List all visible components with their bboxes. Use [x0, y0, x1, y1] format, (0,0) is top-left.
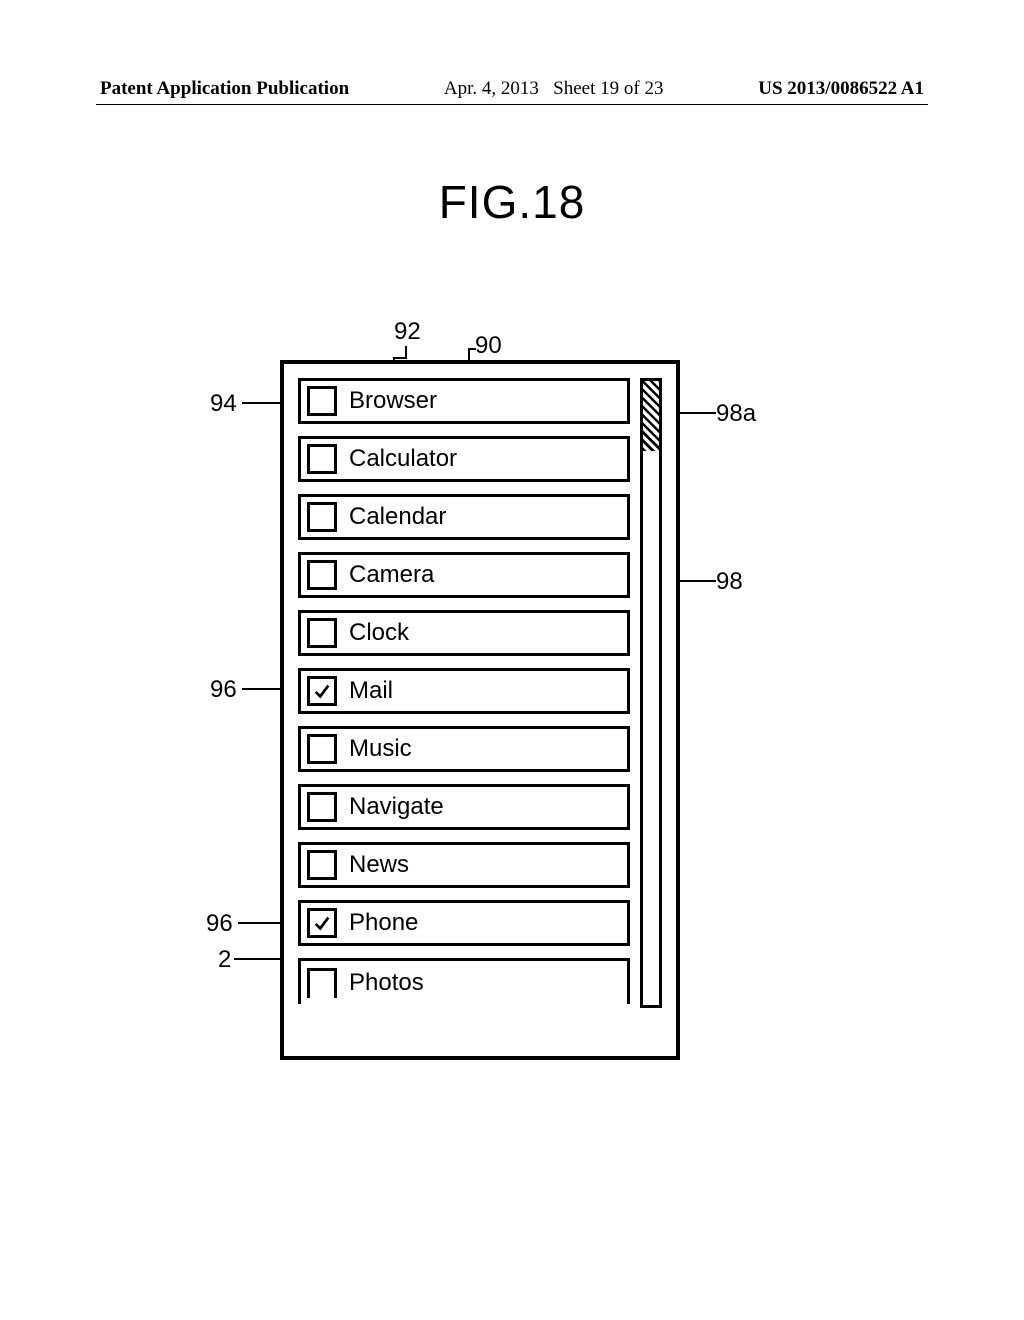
checkbox-icon[interactable]: [307, 560, 337, 590]
list-item[interactable]: Clock: [298, 610, 630, 656]
checkbox-icon[interactable]: [307, 676, 337, 706]
checkbox-icon[interactable]: [307, 502, 337, 532]
list-item-label: Music: [349, 735, 412, 763]
list-item[interactable]: News: [298, 842, 630, 888]
ref-2: 2: [218, 946, 231, 974]
checkbox-icon[interactable]: [307, 386, 337, 416]
leader-98: [676, 580, 716, 582]
checkbox-icon[interactable]: [307, 850, 337, 880]
list-item-label: News: [349, 851, 409, 879]
list-item[interactable]: Mail: [298, 668, 630, 714]
list-item[interactable]: Browser: [298, 378, 630, 424]
list-item[interactable]: Music: [298, 726, 630, 772]
ref-90: 90: [475, 332, 502, 360]
figure-title: FIG.18: [0, 175, 1024, 229]
list-item-label: Photos: [349, 969, 424, 997]
header-date-sheet: Apr. 4, 2013 Sheet 19 of 23: [444, 78, 664, 100]
list-item-label: Phone: [349, 909, 418, 937]
app-list[interactable]: Browser Calculator Calendar Camera Clock: [298, 378, 630, 1008]
list-item-label: Camera: [349, 561, 434, 589]
ref-92: 92: [394, 318, 421, 346]
ref-98: 98: [716, 568, 743, 596]
checkbox-icon[interactable]: [307, 618, 337, 648]
header-pubnum: US 2013/0086522 A1: [758, 78, 924, 100]
page-header: Patent Application Publication Apr. 4, 2…: [0, 78, 1024, 100]
list-item-label: Clock: [349, 619, 409, 647]
ref-98a: 98a: [716, 400, 756, 428]
leader-98a: [676, 412, 716, 414]
checkbox-icon[interactable]: [307, 968, 337, 998]
list-item-label: Browser: [349, 387, 437, 415]
leader-2: [234, 958, 280, 960]
scrollbar-thumb[interactable]: [643, 381, 659, 451]
checkbox-icon[interactable]: [307, 908, 337, 938]
list-item-label: Mail: [349, 677, 393, 705]
header-rule: [96, 104, 928, 105]
list-item[interactable]: Navigate: [298, 784, 630, 830]
ref-94: 94: [210, 390, 237, 418]
header-date: Apr. 4, 2013: [444, 78, 539, 99]
ref-96-mail: 96: [210, 676, 237, 704]
check-icon: [313, 682, 331, 700]
list-item-label: Calculator: [349, 445, 457, 473]
check-icon: [313, 914, 331, 932]
list-item[interactable]: Photos: [298, 958, 630, 1004]
leader-92-b: [393, 357, 407, 359]
list-item[interactable]: Calendar: [298, 494, 630, 540]
ref-96-phone: 96: [206, 910, 233, 938]
list-item[interactable]: Calculator: [298, 436, 630, 482]
list-item-label: Navigate: [349, 793, 444, 821]
device-frame: Browser Calculator Calendar Camera Clock: [280, 360, 680, 1060]
list-item-label: Calendar: [349, 503, 446, 531]
checkbox-icon[interactable]: [307, 734, 337, 764]
checkbox-icon[interactable]: [307, 792, 337, 822]
list-item[interactable]: Camera: [298, 552, 630, 598]
leader-92: [405, 346, 407, 357]
scrollbar-track[interactable]: [640, 378, 662, 1008]
list-item[interactable]: Phone: [298, 900, 630, 946]
checkbox-icon[interactable]: [307, 444, 337, 474]
header-pubtype: Patent Application Publication: [100, 78, 349, 100]
header-sheet: Sheet 19 of 23: [553, 78, 663, 99]
page: Patent Application Publication Apr. 4, 2…: [0, 0, 1024, 1320]
leader-90-b: [468, 348, 476, 350]
